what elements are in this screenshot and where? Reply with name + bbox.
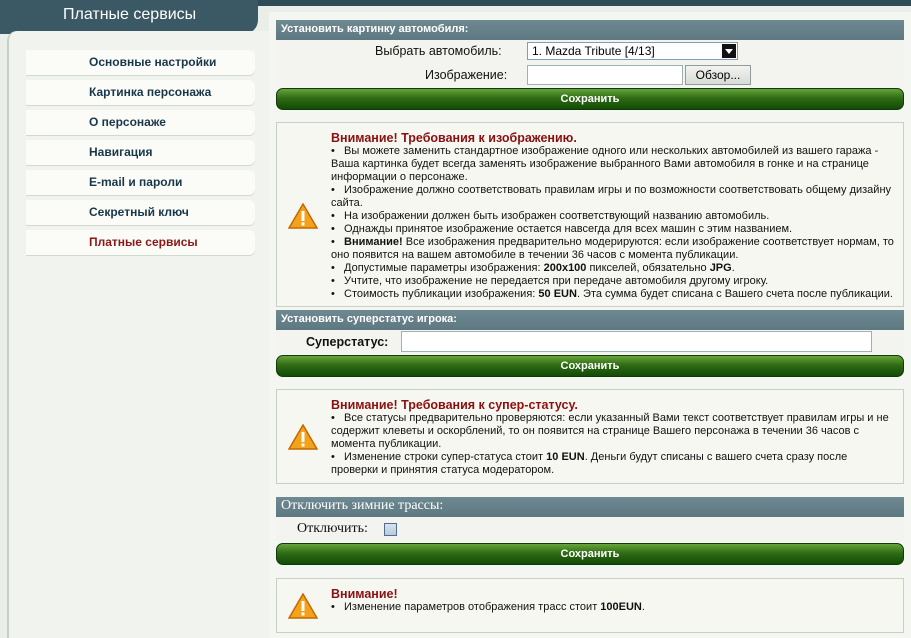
- winter-tracks-form: [276, 517, 904, 541]
- save-winter-tracks-button[interactable]: Сохранить: [276, 543, 904, 565]
- sidebar-item-label: Основные настройки: [89, 55, 217, 69]
- sidebar-item-paid-services[interactable]: Платные сервисы: [26, 230, 255, 255]
- notice-bullet: • Учтите, что изображение не передается …: [331, 275, 769, 287]
- winter-tracks-notice-title: Внимание!: [331, 587, 398, 601]
- sidebar-item-label: Секретный ключ: [89, 205, 189, 219]
- warning-icon: [288, 593, 318, 619]
- notice-bullet: • Внимание! Все изображения предваритель…: [331, 236, 894, 261]
- superstatus-requirements-notice: Внимание! Требования к супер-статусу. • …: [276, 389, 904, 484]
- image-requirements-title: Внимание! Требования к изображению.: [331, 131, 577, 145]
- car-select-label: Выбрать автомобиль:: [375, 44, 502, 58]
- sidebar-item-navigation[interactable]: Навигация: [26, 140, 255, 165]
- chevron-down-icon[interactable]: [722, 44, 736, 58]
- sidebar-item-label: E-mail и пароли: [89, 175, 183, 189]
- notice-bullet: • Однажды принятое изображение остается …: [331, 223, 793, 235]
- disable-winter-tracks-checkbox[interactable]: [384, 523, 397, 536]
- superstatus-header: Установить суперстатус игрока:: [276, 310, 904, 330]
- car-image-header: Установить картинку автомобиля:: [276, 20, 904, 40]
- car-image-header-text: Установить картинку автомобиля:: [281, 23, 469, 35]
- winter-tracks-header: Отключить зимние трассы:: [276, 497, 904, 517]
- sidebar-item-label: Платные сервисы: [89, 235, 198, 249]
- sidebar-item-label: Картинка персонажа: [89, 85, 212, 99]
- sidebar-item-main-settings[interactable]: Основные настройки: [26, 50, 255, 75]
- superstatus-requirements-title: Внимание! Требования к супер-статусу.: [331, 398, 578, 412]
- sidebar-item-about-character[interactable]: О персонаже: [26, 110, 255, 135]
- winter-tracks-header-text: Отключить зимние трассы:: [281, 498, 444, 513]
- superstatus-input[interactable]: [401, 331, 872, 352]
- notice-bullet: • На изображении должен быть изображен с…: [331, 210, 770, 222]
- image-file-input[interactable]: [527, 65, 683, 85]
- sidebar-item-label: О персонаже: [89, 115, 166, 129]
- winter-tracks-notice: Внимание! • Изменение параметров отображ…: [276, 578, 904, 633]
- warning-icon: [288, 203, 318, 229]
- notice-bullet: • Допустимые параметры изображения: 200x…: [331, 262, 735, 274]
- winter-tracks-notice-list: • Изменение параметров отображения трасс…: [331, 601, 897, 614]
- browse-button[interactable]: Обзор...: [685, 65, 751, 85]
- image-label: Изображение:: [425, 68, 508, 82]
- image-requirements-list: • Вы можете заменить стандартное изображ…: [331, 145, 897, 301]
- notice-bullet: • Изменение параметров отображения трасс…: [331, 601, 645, 613]
- car-select-value: 1. Mazda Tribute [4/13]: [532, 44, 655, 58]
- superstatus-requirements-list: • Все статусы предварительно проверяются…: [331, 412, 897, 477]
- car-select[interactable]: 1. Mazda Tribute [4/13]: [527, 42, 738, 60]
- disable-label: Отключить:: [297, 521, 368, 536]
- notice-bullet: • Стоимость публикации изображения: 50 E…: [331, 288, 893, 300]
- notice-bullet: • Изменение строки супер-статуса стоит 1…: [331, 451, 848, 476]
- notice-bullet: • Вы можете заменить стандартное изображ…: [331, 145, 879, 183]
- sidebar-item-label: Навигация: [89, 145, 153, 159]
- superstatus-header-text: Установить суперстатус игрока:: [281, 313, 457, 325]
- image-requirements-notice: Внимание! Требования к изображению. • Вы…: [276, 122, 904, 307]
- save-superstatus-button[interactable]: Сохранить: [276, 355, 904, 377]
- save-car-image-button[interactable]: Сохранить: [276, 88, 904, 110]
- sidebar-title: Платные сервисы: [63, 6, 197, 23]
- superstatus-label: Суперстатус:: [306, 335, 389, 349]
- warning-icon: [288, 424, 318, 450]
- notice-bullet: • Изображение должно соответствовать пра…: [331, 184, 892, 209]
- sidebar-title-tab: Платные сервисы: [0, 0, 258, 34]
- sidebar-item-secret-key[interactable]: Секретный ключ: [26, 200, 255, 225]
- sidebar-item-email-passwords[interactable]: E-mail и пароли: [26, 170, 255, 195]
- sidebar-item-character-picture[interactable]: Картинка персонажа: [26, 80, 255, 105]
- notice-bullet: • Все статусы предварительно проверяются…: [331, 412, 889, 450]
